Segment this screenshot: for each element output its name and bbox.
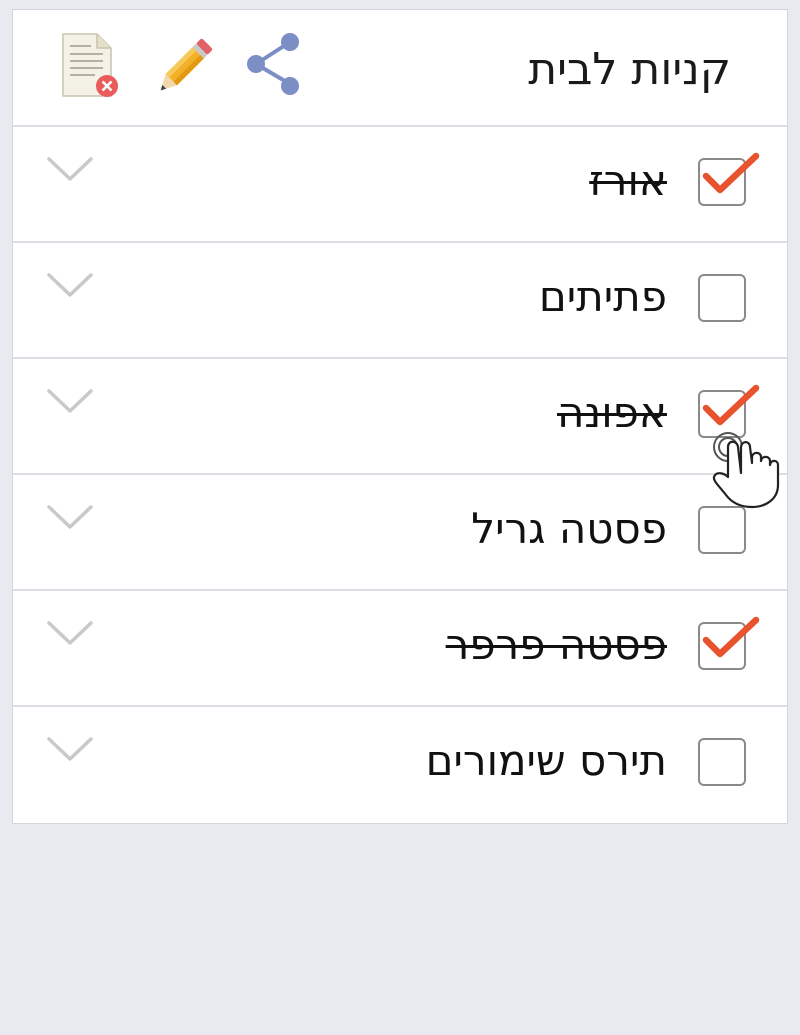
share-icon[interactable]	[235, 30, 309, 104]
item-checkbox[interactable]	[698, 506, 746, 554]
chevron-down-icon[interactable]	[45, 269, 95, 303]
list-item: פסטה גריל	[13, 475, 787, 591]
item-label: פתיתים	[538, 272, 667, 321]
item-label: פסטה פרפר	[445, 620, 667, 669]
list-header: קניות לבית	[13, 10, 787, 127]
list-item: פסטה פרפר	[13, 591, 787, 707]
chevron-down-icon[interactable]	[45, 501, 95, 535]
list-item: פתיתים	[13, 243, 787, 359]
chevron-down-icon[interactable]	[45, 153, 95, 187]
delete-list-icon[interactable]	[55, 30, 129, 104]
chevron-down-icon[interactable]	[45, 617, 95, 651]
item-label: תירס שימורים	[425, 736, 667, 785]
check-mark-icon	[702, 152, 760, 194]
edit-pencil-icon[interactable]	[147, 30, 221, 104]
item-checkbox[interactable]	[698, 274, 746, 322]
list-item: תירס שימורים	[13, 707, 787, 823]
item-checkbox[interactable]	[698, 152, 760, 206]
list-item: אורז	[13, 127, 787, 243]
item-label: אפונה	[556, 388, 667, 437]
item-checkbox[interactable]	[698, 738, 746, 786]
item-checkbox[interactable]	[698, 616, 760, 670]
shopping-list-card: קניות לבית אורז פתיתים אפונה פסטה גריל פ…	[12, 9, 788, 824]
item-label: פסטה גריל	[471, 504, 667, 553]
tap-hand-icon	[700, 425, 790, 510]
list-item: אפונה	[13, 359, 787, 475]
chevron-down-icon[interactable]	[45, 385, 95, 419]
check-mark-icon	[702, 616, 760, 658]
list-title: קניות לבית	[528, 44, 731, 95]
item-label: אורז	[589, 156, 667, 205]
chevron-down-icon[interactable]	[45, 733, 95, 767]
